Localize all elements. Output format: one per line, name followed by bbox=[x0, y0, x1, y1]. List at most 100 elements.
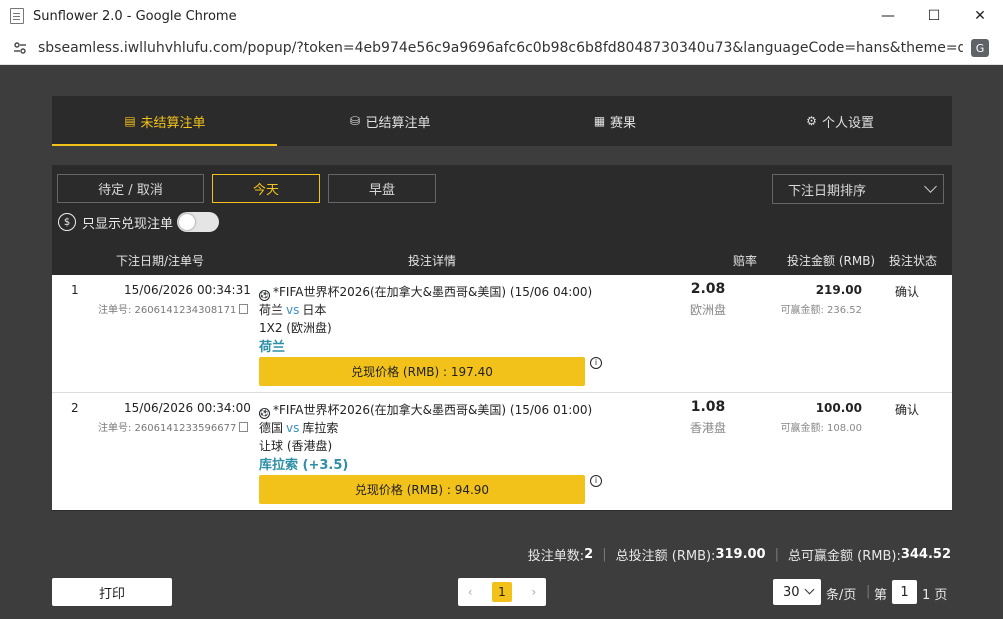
cashout-button[interactable]: 兑现价格 (RMB) : 94.90 bbox=[259, 475, 585, 504]
soccer-ball-icon: ⚽ bbox=[259, 290, 270, 301]
copy-icon[interactable] bbox=[239, 304, 249, 314]
per-page-label: 条/页 bbox=[826, 588, 857, 603]
header-stake: 投注金额 (RMB) bbox=[787, 254, 876, 268]
soccer-ball-icon: ⚽ bbox=[259, 408, 270, 419]
url-text[interactable]: sbseamless.iwlluhvhlufu.com/popup/?token… bbox=[38, 40, 963, 56]
window-title: Sunflower 2.0 - Google Chrome bbox=[33, 8, 237, 24]
away-team: 日本 bbox=[302, 303, 327, 317]
tab-settings[interactable]: ⚙ 个人设置 bbox=[727, 96, 952, 146]
money-bag-icon: $ bbox=[58, 213, 76, 231]
header-details: 投注详情 bbox=[408, 254, 457, 268]
ticket-number: 注单号: 2606141233596677 bbox=[98, 419, 249, 434]
filter-today-button[interactable]: 今天 bbox=[212, 174, 320, 203]
info-icon[interactable]: i bbox=[590, 357, 602, 369]
sort-select-value: 下注日期排序 bbox=[788, 183, 867, 199]
pagination: ‹ 1 › bbox=[458, 578, 546, 606]
row-number: 2 bbox=[71, 401, 79, 415]
window-controls: — ☐ ✕ bbox=[865, 0, 1003, 32]
next-page-button[interactable]: › bbox=[531, 585, 536, 599]
home-team: 荷兰 bbox=[259, 303, 284, 317]
current-page[interactable]: 1 bbox=[491, 582, 512, 602]
page-size-select[interactable]: 30 bbox=[773, 579, 821, 605]
selection: 荷兰 bbox=[259, 340, 286, 355]
tab-label: 个人设置 bbox=[821, 115, 874, 131]
cashout-filter-label: 只显示兑现注单 bbox=[82, 216, 174, 232]
prev-page-button[interactable]: ‹ bbox=[468, 585, 473, 599]
bet-date: 15/06/2026 00:34:31 bbox=[124, 283, 251, 297]
translate-icon[interactable]: G bbox=[971, 39, 989, 57]
coins-icon: ⛁ bbox=[349, 113, 361, 128]
status-badge: 确认 bbox=[895, 403, 920, 417]
odds-type: 欧洲盘 bbox=[689, 303, 726, 317]
header-odds: 赔率 bbox=[733, 254, 758, 268]
odds-value: 1.08 bbox=[690, 399, 726, 415]
ticket-number-text: 注单号: 2606141233596677 bbox=[98, 423, 237, 434]
cashout-only-toggle[interactable] bbox=[177, 212, 220, 232]
home-team: 德国 bbox=[259, 421, 284, 435]
ticket-number: 注单号: 2606141234308171 bbox=[98, 301, 249, 316]
page-icon bbox=[10, 8, 24, 24]
match-name-text: *FIFA世界杯2026(在加拿大&墨西哥&美国) (15/06 04:00) bbox=[273, 285, 593, 299]
site-info-icon[interactable] bbox=[12, 40, 28, 56]
odds-value: 2.08 bbox=[690, 281, 726, 297]
market: 1X2 (欧洲盘) bbox=[259, 321, 332, 335]
chevron-down-icon bbox=[924, 180, 937, 193]
market: 让球 (香港盘) bbox=[259, 439, 333, 453]
copy-icon[interactable] bbox=[239, 422, 249, 432]
chevron-down-icon bbox=[804, 584, 815, 595]
cashout-filter-row: $ 只显示兑现注单 bbox=[58, 212, 220, 232]
bets-panel: 待定 / 取消 今天 早盘 下注日期排序 $ 只显示兑现注单 下注日期/注单号 … bbox=[52, 165, 952, 511]
info-icon[interactable]: i bbox=[590, 475, 602, 487]
totals-summary: 投注单数: 2 | 总投注额 (RMB): 319.00 | 总可赢金额 (RM… bbox=[528, 545, 951, 564]
vs-label: vs bbox=[286, 421, 300, 435]
total-stake: 319.00 bbox=[715, 547, 766, 562]
ticket-icon: ▤ bbox=[124, 113, 136, 128]
selection: 库拉索 (+3.5) bbox=[259, 458, 349, 473]
teams: 荷兰 vs 日本 bbox=[259, 301, 326, 318]
close-button[interactable]: ✕ bbox=[957, 0, 1003, 32]
away-team: 库拉索 bbox=[302, 421, 339, 435]
tab-label: 已结算注单 bbox=[365, 115, 431, 131]
bet-date: 15/06/2026 00:34:00 bbox=[124, 401, 251, 415]
tab-bar: ▤ 未结算注单 ⛁ 已结算注单 ▦ 赛果 ⚙ 个人设置 bbox=[52, 96, 952, 146]
bet-count: 2 bbox=[584, 547, 594, 562]
stake-amount: 100.00 bbox=[815, 401, 862, 415]
minimize-button[interactable]: — bbox=[865, 0, 911, 32]
total-pages: 1 页 bbox=[922, 588, 948, 603]
address-bar: sbseamless.iwlluhvhlufu.com/popup/?token… bbox=[0, 32, 1003, 65]
header-status: 投注状态 bbox=[889, 254, 938, 268]
divider: | bbox=[602, 547, 607, 562]
header-date: 下注日期/注单号 bbox=[116, 254, 205, 268]
cashout-button[interactable]: 兑现价格 (RMB) : 197.40 bbox=[259, 357, 585, 386]
total-win-label: 总可赢金额 (RMB): bbox=[788, 549, 901, 564]
total-stake-label: 总投注额 (RMB): bbox=[615, 549, 716, 564]
scoreboard-icon: ▦ bbox=[593, 113, 606, 128]
sort-select[interactable]: 下注日期排序 bbox=[772, 174, 944, 204]
tab-unsettled[interactable]: ▤ 未结算注单 bbox=[52, 96, 277, 146]
vs-label: vs bbox=[286, 303, 300, 317]
tab-results[interactable]: ▦ 赛果 bbox=[502, 96, 727, 146]
status-badge: 确认 bbox=[895, 285, 920, 299]
window-titlebar: Sunflower 2.0 - Google Chrome — ☐ ✕ bbox=[0, 0, 1003, 32]
total-win: 344.52 bbox=[900, 547, 951, 562]
stake-amount: 219.00 bbox=[815, 283, 862, 297]
potential-win: 可赢金额: 236.52 bbox=[780, 305, 862, 316]
ticket-number-text: 注单号: 2606141234308171 bbox=[98, 305, 237, 316]
table-row: 2 15/06/2026 00:34:00 注单号: 2606141233596… bbox=[52, 393, 952, 510]
table-row: 1 15/06/2026 00:34:31 注单号: 2606141234308… bbox=[52, 275, 952, 393]
bets-popup: ▤ 未结算注单 ⛁ 已结算注单 ▦ 赛果 ⚙ 个人设置 待定 / 取消 今天 早… bbox=[0, 65, 1003, 619]
bet-count-label: 投注单数: bbox=[527, 549, 585, 564]
filter-pending-button[interactable]: 待定 / 取消 bbox=[57, 174, 204, 203]
maximize-button[interactable]: ☐ bbox=[911, 0, 957, 32]
row-number: 1 bbox=[71, 283, 79, 297]
match-name-text: *FIFA世界杯2026(在加拿大&墨西哥&美国) (15/06 01:00) bbox=[273, 403, 593, 417]
match-name: ⚽ *FIFA世界杯2026(在加拿大&墨西哥&美国) (15/06 01:00) bbox=[259, 401, 592, 419]
goto-page-input[interactable]: 1 bbox=[892, 580, 917, 604]
goto-label: 第 bbox=[874, 588, 888, 603]
tab-label: 未结算注单 bbox=[140, 115, 206, 131]
divider: | bbox=[866, 584, 871, 599]
divider: | bbox=[774, 547, 779, 562]
print-button[interactable]: 打印 bbox=[52, 578, 172, 606]
tab-settled[interactable]: ⛁ 已结算注单 bbox=[277, 96, 502, 146]
filter-early-button[interactable]: 早盘 bbox=[328, 174, 436, 203]
